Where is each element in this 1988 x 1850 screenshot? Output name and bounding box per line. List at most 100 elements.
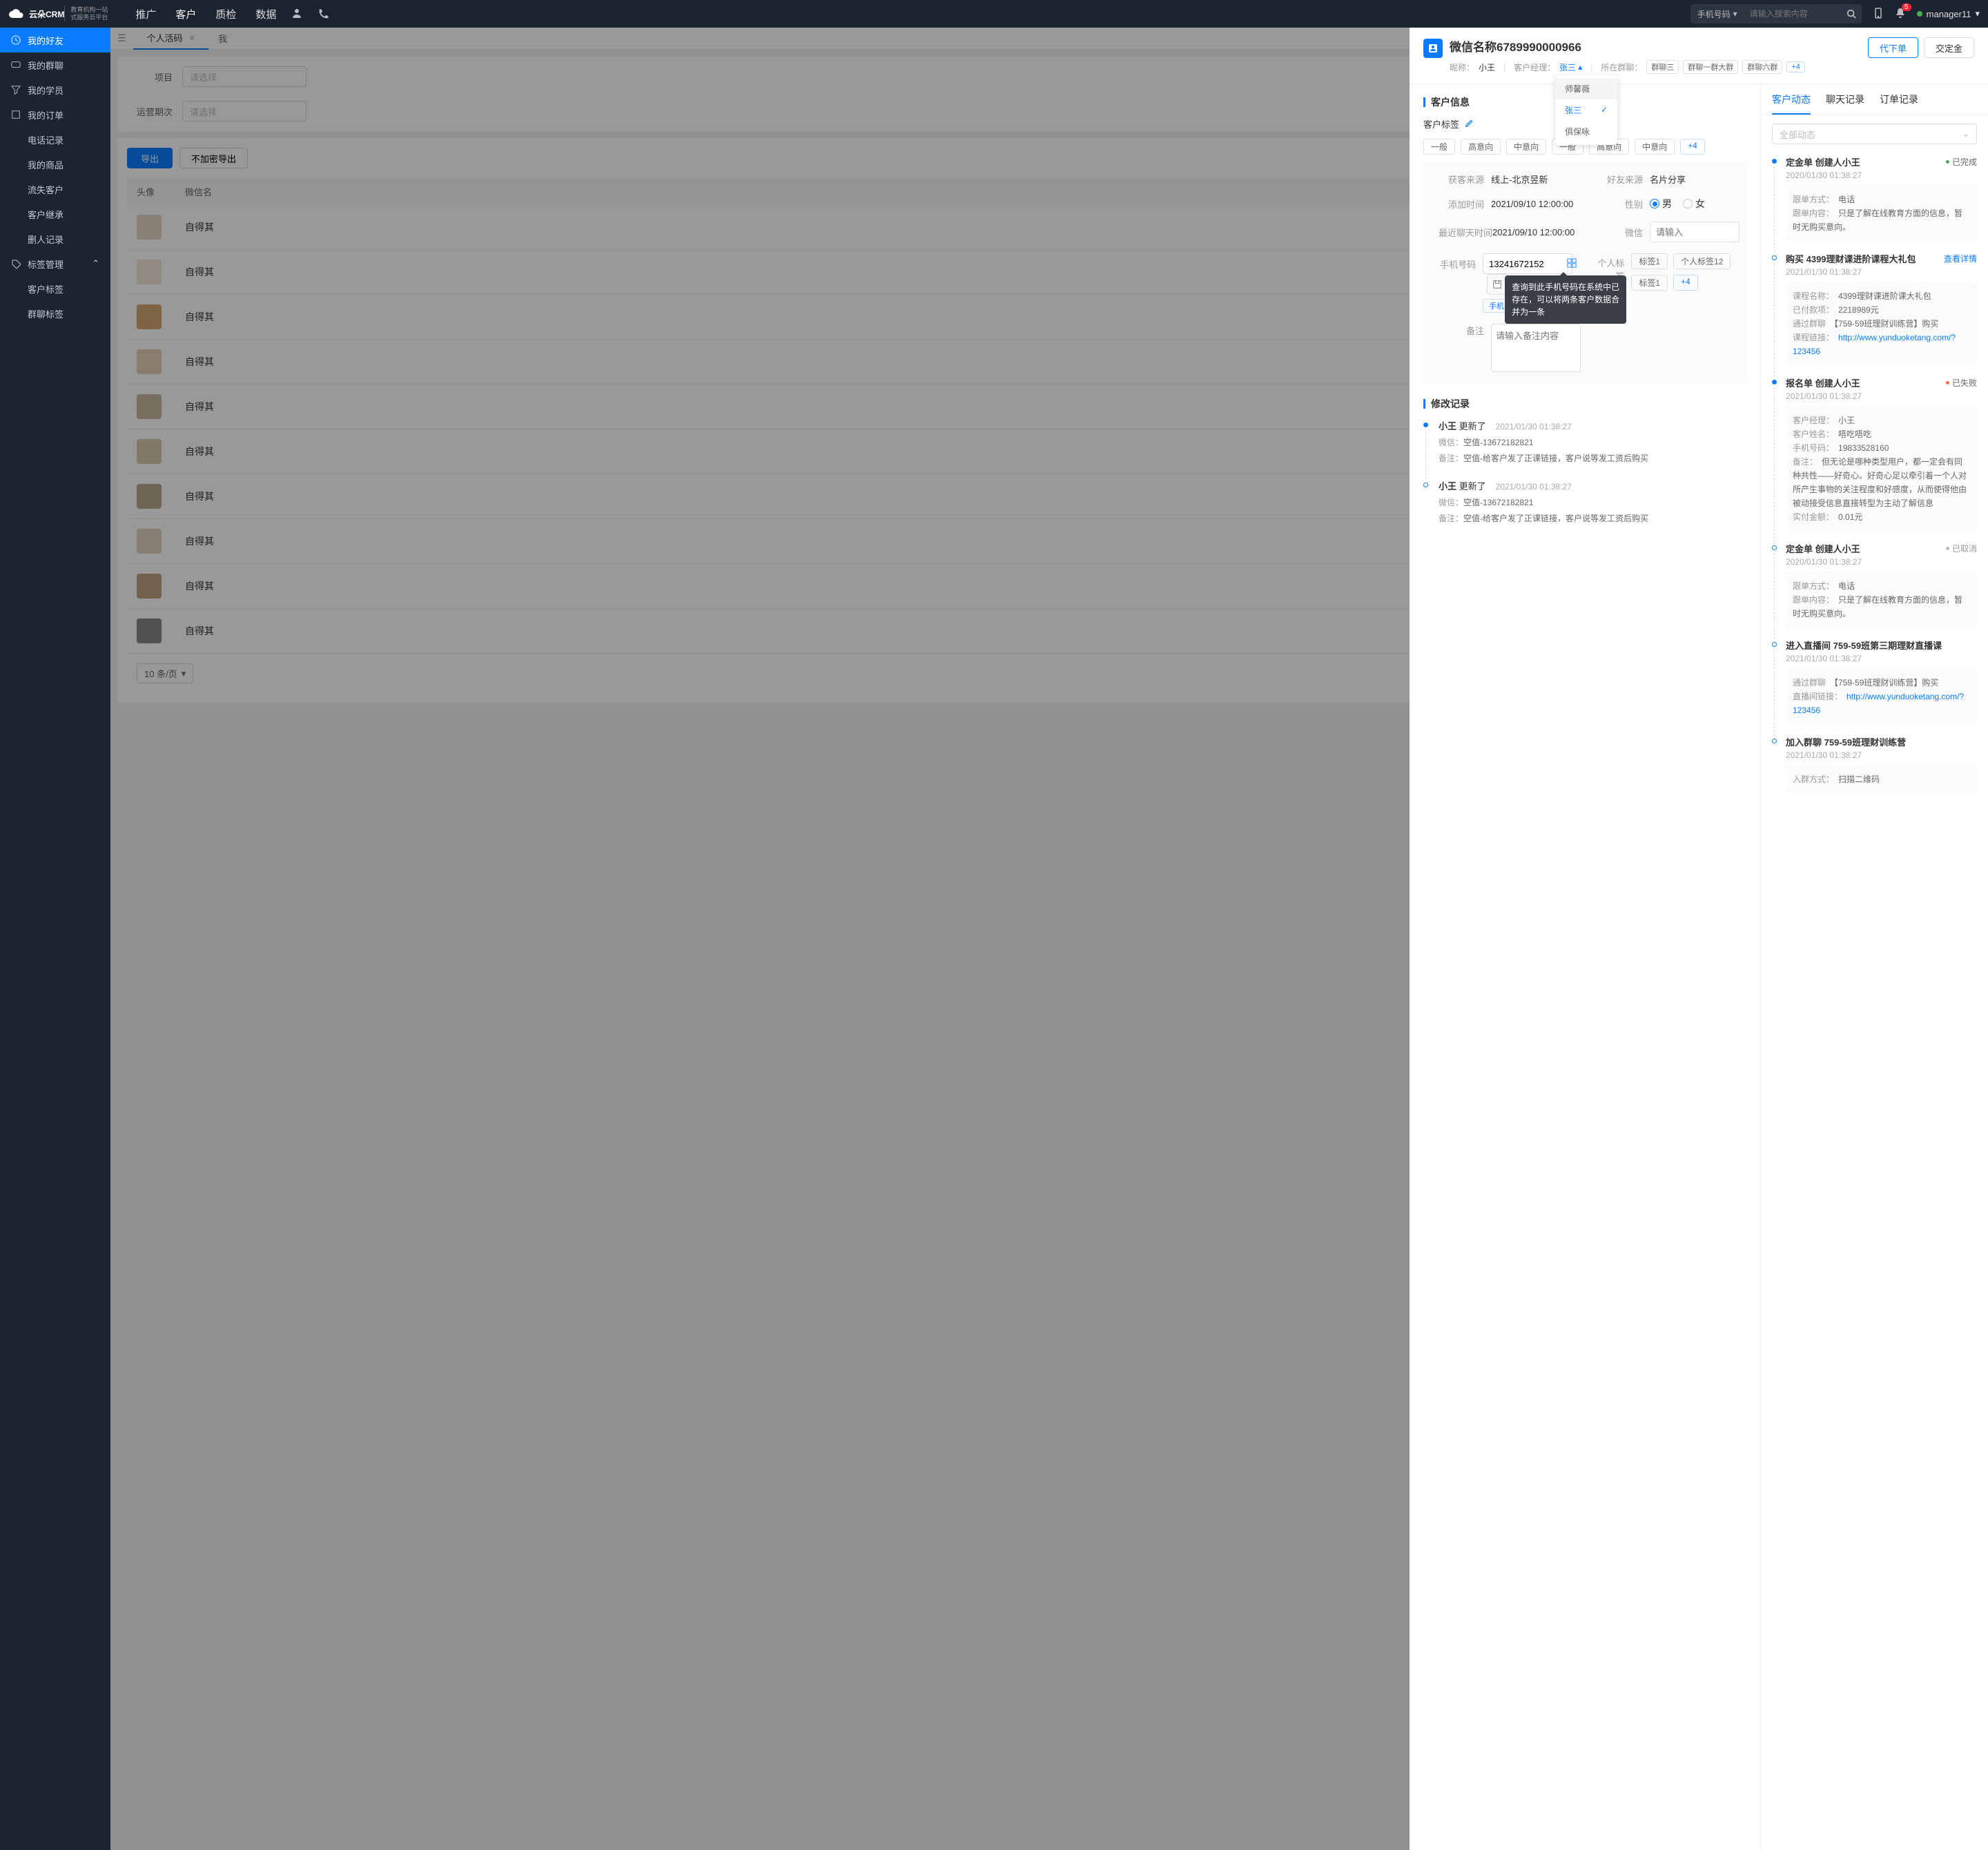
sidebar-item-goods[interactable]: 我的商品 [0,152,110,177]
top-nav: 云朵CRM 教育机构一站式服务云平台 推广 客户 质检 数据 手机号码 ▾ 5 … [0,0,1988,28]
feed-time: 2021/01/30 01:38:27 [1786,267,1977,277]
feed-time: 2020/01/30 01:38:27 [1786,171,1977,180]
radio-male[interactable]: 男 [1650,197,1672,211]
manager-dropdown: 师馨薇 张三✓ 俱保咏 [1555,75,1617,145]
radio-female[interactable]: 女 [1683,197,1705,211]
feed-item: 进入直播间 759-59班第三期理财直播课2021/01/30 01:38:27… [1772,639,1977,724]
feed-item: 定金单 创建人小王 已取消 2020/01/30 01:38:27 跟单方式：电话跟单… [1772,542,1977,627]
goods-icon [11,159,21,169]
manager-select[interactable]: 张三▴ 师馨薇 张三✓ 俱保咏 [1559,61,1582,73]
feed-card: 跟单方式：电话跟单内容：只是了解在线教育方面的信息，暂时无购买意向。 [1786,186,1977,241]
chevron-down-icon: ⌄ [1962,128,1969,139]
chevron-up-icon: ⌃ [92,258,99,269]
feed-time: 2021/01/30 01:38:27 [1786,750,1977,760]
user-icon[interactable] [291,8,302,21]
mobile-icon[interactable] [1873,8,1884,21]
feed-item: 定金单 创建人小王已完成2020/01/30 01:38:27跟单方式：电话跟单… [1772,155,1977,241]
sidebar-sub-grouptags[interactable]: 群聊标签 [0,301,110,326]
sidebar-item-delete[interactable]: 删人记录 [0,226,110,251]
sidebar-item-calls[interactable]: 电话记录 [0,127,110,152]
tags-icon [11,259,21,269]
cust-tag-more[interactable]: +4 [1680,139,1705,155]
feed-card: 客户经理：小王客户姓名：唔吃唔吃手机号码：19833528160备注：但无论是哪… [1786,407,1977,531]
personal-tag-more[interactable]: +4 [1673,275,1698,291]
sidebar-item-orders[interactable]: 我的订单 [0,102,110,127]
sidebar-item-tags[interactable]: 标签管理⌃ [0,251,110,276]
phone-input[interactable] [1483,253,1572,274]
search-input[interactable] [1744,4,1841,23]
feed-title: 加入群聊 759-59班理财训练营 [1786,735,1906,748]
feed-item: 购买 4399理财课进阶课程大礼包 查看详情 2021/01/30 01:38:27… [1772,252,1977,365]
sidebar-item-students[interactable]: 我的学员 [0,77,110,102]
rtab-chat[interactable]: 聊天记录 [1826,92,1864,115]
wechat-input[interactable] [1650,222,1740,242]
status-badge: 已取消 [1946,543,1977,554]
phone-tooltip: 查询到此手机号码在系统中已存在，可以将两条客户数据合并为一条 [1505,275,1626,324]
group-chip: 群聊一群大群 [1683,60,1738,74]
v-add-time: 2021/09/10 12:00:00 [1491,199,1573,209]
chevron-down-icon: ▾ [1975,8,1980,19]
top-tab-data[interactable]: 数据 [255,7,276,21]
dd-option-2[interactable]: 俱保咏 [1555,121,1617,142]
note-textarea[interactable] [1491,324,1581,372]
feed-card: 跟单方式：电话跟单内容：只是了解在线教育方面的信息，暂时无购买意向。 [1786,572,1977,627]
status-badge: 已完成 [1946,156,1977,168]
group-chip: 群聊三 [1646,60,1679,74]
personal-tag: 标签1 [1631,275,1668,291]
group-more[interactable]: +4 [1786,61,1805,72]
feed-title: 定金单 创建人小王 [1786,542,1860,555]
order-button[interactable]: 代下单 [1868,37,1918,58]
cloud-icon [8,6,25,22]
top-tab-promo[interactable]: 推广 [135,7,156,21]
call-icon [11,135,21,144]
v-friend-src: 名片分享 [1650,173,1686,186]
sidebar-item-friends[interactable]: 我的好友 [0,28,110,52]
inherit-icon [11,209,21,219]
notification-bell[interactable]: 5 [1895,8,1906,21]
sec-log-title: 修改记录 [1431,397,1470,411]
top-tabs: 推广 客户 质检 数据 [135,7,276,21]
cust-tag: 中意向 [1635,139,1675,155]
cust-tag: 中意向 [1506,139,1546,155]
filter-icon [11,85,21,95]
order-icon [11,110,21,119]
feed-title: 购买 4399理财课进阶课程大礼包 [1786,252,1916,265]
edit-tags-icon[interactable] [1465,119,1474,130]
feed-time: 2020/01/30 01:38:27 [1786,557,1977,567]
sidebar-item-lost[interactable]: 流失客户 [0,177,110,202]
search-button[interactable] [1841,4,1862,23]
search-type-select[interactable]: 手机号码 ▾ [1690,4,1744,23]
activity-filter[interactable]: 全部动态⌄ [1772,124,1977,144]
rtab-activity[interactable]: 客户动态 [1772,92,1811,115]
view-detail-link[interactable]: 查看详情 [1944,253,1977,264]
clock-icon [11,35,21,45]
dd-option-1[interactable]: 张三✓ [1555,99,1617,121]
drawer-title: 微信名称6789990000966 [1450,37,1868,55]
phone-icon[interactable] [318,8,329,21]
group-chip: 群聊六群 [1742,60,1782,74]
sidebar: 我的好友 我的群聊 我的学员 我的订单 电话记录 我的商品 流失客户 客户继承 … [0,28,110,1850]
nickname-value: 小王 [1479,61,1495,73]
top-tab-qc[interactable]: 质检 [215,7,236,21]
personal-tag: 标签1 [1631,253,1668,269]
dd-option-0[interactable]: 师馨薇 [1555,78,1617,99]
check-icon: ✓ [1601,105,1608,115]
user-menu[interactable]: manager11▾ [1917,8,1980,19]
sidebar-sub-custtags[interactable]: 客户标签 [0,276,110,301]
top-tab-customer[interactable]: 客户 [175,7,196,21]
feed-card: 通过群聊【759-59班理财训练营】购买直播间链接：http://www.yun… [1786,669,1977,724]
deposit-button[interactable]: 交定金 [1924,37,1974,58]
log-item: 小王 更新了2021/01/30 01:38:27微信：空值-136721828… [1423,479,1746,524]
rtab-orders[interactable]: 订单记录 [1880,92,1918,115]
personal-tag: 个人标签12 [1673,253,1731,269]
lookup-icon[interactable] [1567,258,1577,270]
tags-label: 客户标签 [1423,119,1459,130]
caret-up-icon: ▴ [1578,62,1582,72]
sidebar-item-groups[interactable]: 我的群聊 [0,52,110,77]
status-badge: 已失败 [1946,377,1977,389]
customer-drawer: 微信名称6789990000966 昵称：小王 | 客户经理： 张三▴ 师馨薇 … [1410,28,1988,1850]
log-item: 小王 更新了2021/01/30 01:38:27微信：空值-136721828… [1423,419,1746,464]
content-area: ☰ 个人活码× 我 项目请选择 运营期次请选择 导出 不加密导出 头像微信名 自… [110,28,1988,1850]
delete-icon [11,234,21,244]
sidebar-item-inherit[interactable]: 客户继承 [0,202,110,226]
